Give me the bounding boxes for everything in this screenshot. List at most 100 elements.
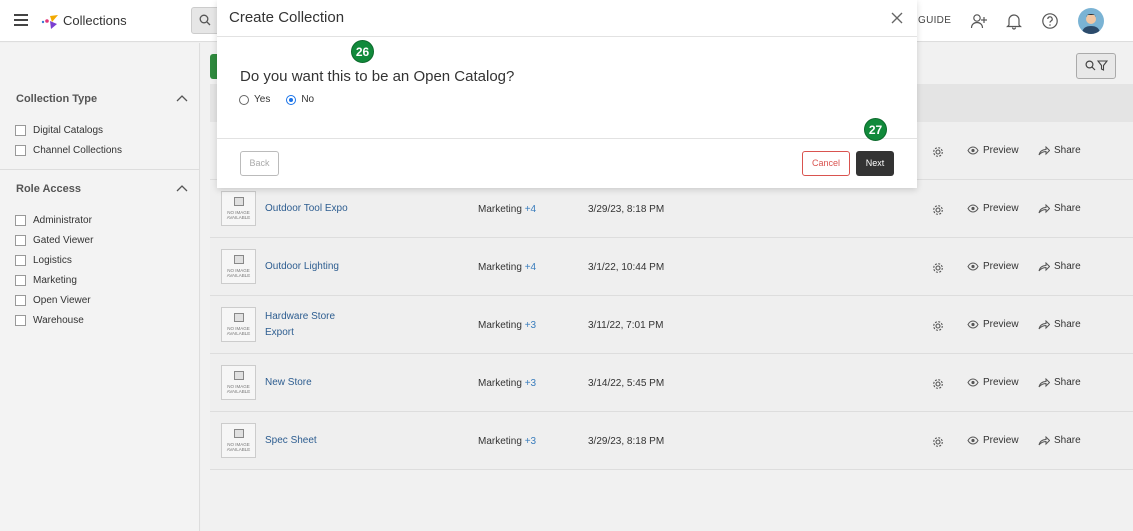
checkbox[interactable] bbox=[15, 294, 26, 306]
eye-icon bbox=[967, 378, 979, 387]
table-row[interactable]: NO IMAGE AVAILABLE Spec Sheet Marketing … bbox=[210, 412, 1133, 470]
dialog-title: Create Collection bbox=[229, 9, 345, 26]
role-label: Marketing bbox=[478, 204, 522, 215]
table-row[interactable]: NO IMAGE AVAILABLE Outdoor Tool Expo Mar… bbox=[210, 180, 1133, 238]
image-icon bbox=[234, 313, 244, 322]
more-roles-count[interactable]: +3 bbox=[525, 378, 536, 389]
filter-heading-collection-type[interactable]: Collection Type bbox=[16, 93, 97, 105]
preview-button[interactable]: Preview bbox=[967, 435, 1019, 446]
checkbox[interactable] bbox=[15, 214, 26, 226]
share-label: Share bbox=[1054, 145, 1081, 156]
collection-name-link[interactable]: Hardware Store Export bbox=[265, 309, 345, 341]
bell-icon[interactable] bbox=[1005, 12, 1023, 30]
image-icon bbox=[234, 429, 244, 438]
more-roles-count[interactable]: +4 bbox=[525, 262, 536, 273]
filter-option-label: Gated Viewer bbox=[33, 234, 94, 246]
thumbnail-placeholder: NO IMAGE AVAILABLE bbox=[221, 191, 256, 226]
back-button[interactable]: Back bbox=[240, 151, 279, 176]
help-icon[interactable] bbox=[1041, 12, 1059, 30]
eye-icon bbox=[967, 320, 979, 329]
eye-icon bbox=[967, 262, 979, 271]
chevron-up-icon[interactable] bbox=[176, 94, 188, 102]
role-label: Marketing bbox=[478, 436, 522, 447]
modified-date: 3/11/22, 7:01 PM bbox=[588, 320, 664, 331]
filter-option-digital-catalogs[interactable]: Digital Catalogs bbox=[15, 123, 103, 137]
more-roles-count[interactable]: +3 bbox=[525, 436, 536, 447]
step-badge: 27 bbox=[864, 118, 887, 141]
checkbox[interactable] bbox=[15, 274, 26, 286]
chevron-up-icon[interactable] bbox=[176, 184, 188, 192]
gear-icon[interactable] bbox=[932, 378, 944, 390]
filter-option-administrator[interactable]: Administrator bbox=[15, 213, 92, 227]
collection-name-link[interactable]: Outdoor Tool Expo bbox=[265, 201, 365, 217]
radio-yes-label[interactable]: Yes bbox=[254, 94, 270, 105]
share-icon bbox=[1038, 377, 1050, 387]
checkbox[interactable] bbox=[15, 314, 26, 326]
share-button[interactable]: Share bbox=[1038, 319, 1081, 330]
guide-link[interactable]: GUIDE bbox=[918, 15, 951, 26]
table-row[interactable]: NO IMAGE AVAILABLE Outdoor Lighting Mark… bbox=[210, 238, 1133, 296]
role-access: Marketing +3 bbox=[478, 378, 536, 389]
share-button[interactable]: Share bbox=[1038, 435, 1081, 446]
menu-icon[interactable] bbox=[14, 14, 28, 26]
share-button[interactable]: Share bbox=[1038, 261, 1081, 272]
share-button[interactable]: Share bbox=[1038, 203, 1081, 214]
checkbox[interactable] bbox=[15, 124, 26, 136]
radio-no[interactable] bbox=[286, 94, 297, 105]
filter-option-warehouse[interactable]: Warehouse bbox=[15, 313, 84, 327]
preview-button[interactable]: Preview bbox=[967, 203, 1019, 214]
role-label: Marketing bbox=[478, 320, 522, 331]
role-access: Marketing +4 bbox=[478, 204, 536, 215]
checkbox[interactable] bbox=[15, 234, 26, 246]
collection-name-link[interactable]: New Store bbox=[265, 375, 365, 391]
role-access: Marketing +4 bbox=[478, 262, 536, 273]
more-roles-count[interactable]: +3 bbox=[525, 320, 536, 331]
filter-option-label: Warehouse bbox=[33, 314, 84, 326]
collection-name-link[interactable]: Spec Sheet bbox=[265, 433, 365, 449]
add-user-icon[interactable] bbox=[970, 12, 988, 30]
filter-heading-role-access[interactable]: Role Access bbox=[16, 183, 81, 195]
collection-name-link[interactable]: Outdoor Lighting bbox=[265, 259, 365, 275]
filter-option-marketing[interactable]: Marketing bbox=[15, 273, 77, 287]
more-roles-count[interactable]: +4 bbox=[525, 204, 536, 215]
gear-icon[interactable] bbox=[932, 262, 944, 274]
role-label: Marketing bbox=[478, 378, 522, 389]
checkbox[interactable] bbox=[15, 144, 26, 156]
preview-button[interactable]: Preview bbox=[967, 377, 1019, 388]
filter-option-label: Logistics bbox=[33, 254, 72, 266]
checkbox[interactable] bbox=[15, 254, 26, 266]
radio-no-label[interactable]: No bbox=[301, 94, 314, 105]
role-access: Marketing +3 bbox=[478, 320, 536, 331]
share-button[interactable]: Share bbox=[1038, 145, 1081, 156]
filter-option-label: Administrator bbox=[33, 214, 92, 226]
preview-button[interactable]: Preview bbox=[967, 145, 1019, 156]
table-row[interactable]: NO IMAGE AVAILABLE New Store Marketing +… bbox=[210, 354, 1133, 412]
filter-option-logistics[interactable]: Logistics bbox=[15, 253, 72, 267]
open-catalog-question: Do you want this to be an Open Catalog? bbox=[240, 68, 515, 85]
gear-icon[interactable] bbox=[932, 436, 944, 448]
preview-label: Preview bbox=[983, 377, 1019, 388]
filter-option-gated-viewer[interactable]: Gated Viewer bbox=[15, 233, 93, 247]
table-row[interactable]: NO IMAGE AVAILABLE Hardware Store Export… bbox=[210, 296, 1133, 354]
radio-yes[interactable] bbox=[239, 94, 249, 105]
filter-option-label: Channel Collections bbox=[33, 144, 122, 156]
gear-icon[interactable] bbox=[932, 204, 944, 216]
next-button[interactable]: Next bbox=[856, 151, 894, 176]
modified-date: 3/1/22, 10:44 PM bbox=[588, 262, 665, 273]
cancel-button[interactable]: Cancel bbox=[802, 151, 850, 176]
gear-icon[interactable] bbox=[932, 320, 944, 332]
avatar[interactable] bbox=[1078, 8, 1104, 34]
filter-option-open-viewer[interactable]: Open Viewer bbox=[15, 293, 91, 307]
search-filter-button[interactable] bbox=[1076, 53, 1116, 79]
thumbnail-placeholder: NO IMAGE AVAILABLE bbox=[221, 423, 256, 458]
filter-option-channel-collections[interactable]: Channel Collections bbox=[15, 143, 122, 157]
search-icon bbox=[1085, 60, 1096, 71]
preview-button[interactable]: Preview bbox=[967, 261, 1019, 272]
gear-icon[interactable] bbox=[932, 146, 944, 158]
no-image-label: NO IMAGE AVAILABLE bbox=[226, 326, 251, 336]
image-icon bbox=[234, 371, 244, 380]
preview-button[interactable]: Preview bbox=[967, 319, 1019, 330]
close-icon[interactable] bbox=[891, 12, 903, 24]
modified-date: 3/14/22, 5:45 PM bbox=[588, 378, 665, 389]
share-button[interactable]: Share bbox=[1038, 377, 1081, 388]
